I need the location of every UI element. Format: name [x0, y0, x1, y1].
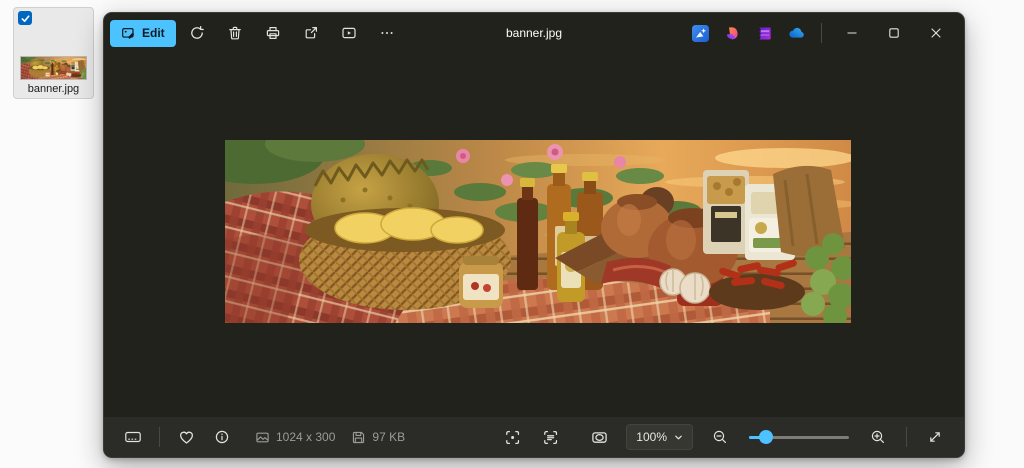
statusbar-divider	[159, 427, 160, 447]
close-icon	[930, 27, 942, 39]
printer-icon	[265, 25, 281, 41]
file-info-button[interactable]	[205, 422, 239, 452]
zoom-out-button[interactable]	[703, 422, 737, 452]
onedrive-button[interactable]	[781, 18, 811, 48]
magnifier-minus-icon	[712, 429, 728, 445]
file-name-label: banner.jpg	[14, 83, 93, 95]
edit-button[interactable]: Edit	[110, 20, 176, 47]
edit-button-label: Edit	[142, 26, 165, 40]
dimensions-icon	[255, 430, 270, 445]
file-size-value: 97 KB	[372, 430, 405, 444]
zoom-to-fit-icon	[591, 429, 608, 446]
zoom-level-dropdown[interactable]: 100%	[626, 424, 693, 450]
statusbar-divider-right	[906, 427, 907, 447]
clipchamp-app-icon	[756, 25, 773, 42]
rotate-button[interactable]	[180, 18, 214, 48]
minimize-button[interactable]	[832, 18, 872, 48]
photo-banner-image[interactable]	[225, 140, 851, 323]
delete-button[interactable]	[218, 18, 252, 48]
file-item-banner[interactable]: banner.jpg	[13, 7, 94, 99]
titlebar-divider	[821, 23, 822, 43]
favorite-button[interactable]	[169, 422, 203, 452]
zoom-slider-thumb[interactable]	[759, 430, 773, 444]
zoom-level-value: 100%	[636, 430, 667, 444]
share-icon	[303, 25, 319, 41]
text-scan-icon	[542, 429, 559, 446]
trash-icon	[227, 25, 243, 41]
zoom-slider[interactable]	[749, 430, 849, 444]
clipchamp-button[interactable]	[749, 18, 779, 48]
titlebar: Edit	[104, 13, 964, 53]
fullscreen-icon	[927, 429, 943, 445]
rotate-icon	[189, 25, 205, 41]
statusbar: 1024 x 300 97 KB	[104, 417, 964, 457]
visual-search-scan-button[interactable]	[495, 422, 529, 452]
fullscreen-button[interactable]	[918, 422, 952, 452]
file-selected-checkbox[interactable]	[18, 11, 32, 25]
onedrive-cloud-icon	[787, 24, 806, 43]
zoom-to-fit-button[interactable]	[582, 422, 616, 452]
dimensions-value: 1024 x 300	[276, 430, 335, 444]
chevron-down-icon	[674, 433, 683, 442]
maximize-icon	[888, 27, 900, 39]
file-thumbnail	[20, 56, 87, 80]
visual-search-app-icon	[692, 25, 709, 42]
slideshow-button[interactable]	[332, 18, 366, 48]
file-size-icon	[351, 430, 366, 445]
visual-search-button[interactable]	[685, 18, 715, 48]
heart-icon	[178, 429, 195, 446]
print-button[interactable]	[256, 18, 290, 48]
file-explorer-background: banner.jpg	[0, 0, 103, 468]
slideshow-icon	[341, 25, 357, 41]
scan-search-icon	[504, 429, 521, 446]
share-button[interactable]	[294, 18, 328, 48]
ellipsis-icon	[379, 25, 395, 41]
magnifier-plus-icon	[870, 429, 886, 445]
edit-image-icon	[121, 26, 136, 41]
close-button[interactable]	[916, 18, 956, 48]
text-actions-button[interactable]	[533, 422, 567, 452]
zoom-in-button[interactable]	[861, 422, 895, 452]
info-icon	[214, 429, 230, 445]
maximize-button[interactable]	[874, 18, 914, 48]
photos-app-window: Edit	[103, 12, 965, 458]
filmstrip-toggle-button[interactable]	[116, 422, 150, 452]
designer-app-icon	[724, 25, 741, 42]
image-dimensions: 1024 x 300	[255, 430, 335, 445]
file-size: 97 KB	[351, 430, 405, 445]
minimize-icon	[846, 27, 858, 39]
more-options-button[interactable]	[370, 18, 404, 48]
photo-canvas	[104, 53, 964, 417]
designer-button[interactable]	[717, 18, 747, 48]
filmstrip-icon	[124, 428, 142, 446]
window-title: banner.jpg	[506, 26, 562, 40]
